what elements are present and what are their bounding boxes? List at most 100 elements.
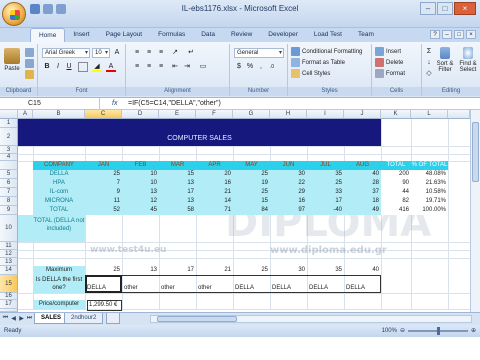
- minimize-button[interactable]: –: [420, 2, 436, 15]
- total-cell[interactable]: 44: [381, 188, 411, 197]
- fill-color-button[interactable]: ◢: [92, 62, 102, 72]
- orientation-icon[interactable]: ↗: [170, 48, 180, 58]
- ribbon-restore-button[interactable]: □: [454, 30, 464, 39]
- row-header-13[interactable]: 13: [0, 258, 18, 266]
- pct-cell[interactable]: 21.63%: [411, 179, 448, 188]
- price-label[interactable]: Price/computer: [33, 300, 85, 309]
- total-cell[interactable]: 416: [381, 206, 411, 215]
- pct-cell[interactable]: 10.58%: [411, 188, 448, 197]
- row-header-1[interactable]: 1: [0, 119, 18, 128]
- value-cell[interactable]: 9: [85, 188, 122, 197]
- percent-icon[interactable]: %: [245, 62, 255, 72]
- value-cell[interactable]: 7: [85, 179, 122, 188]
- value-cell[interactable]: 25: [233, 188, 270, 197]
- row-header-2[interactable]: 2: [0, 128, 18, 146]
- header-may[interactable]: MAY: [233, 161, 270, 170]
- first-sheet-icon[interactable]: ⏮: [2, 315, 9, 322]
- max-label[interactable]: Maximum: [33, 266, 85, 275]
- column-header-b[interactable]: B: [33, 110, 85, 119]
- active-cell-c15[interactable]: [85, 275, 122, 293]
- value-cell[interactable]: 12: [122, 197, 159, 206]
- tab-review[interactable]: Review: [223, 28, 260, 42]
- borders-button[interactable]: [78, 62, 88, 72]
- column-header-c[interactable]: C: [85, 110, 122, 119]
- row-header-10[interactable]: 10: [0, 215, 18, 242]
- find-select-button[interactable]: Find & Select: [457, 47, 479, 73]
- value-cell[interactable]: 20: [196, 170, 233, 179]
- tab-insert[interactable]: Insert: [65, 28, 97, 42]
- value-cell[interactable]: 58: [159, 206, 196, 215]
- header-jul[interactable]: JUL: [307, 161, 344, 170]
- wrap-text-icon[interactable]: ↵: [186, 48, 196, 58]
- value-cell[interactable]: 21: [196, 188, 233, 197]
- column-header-j[interactable]: J: [344, 110, 381, 119]
- value-cell[interactable]: 22: [270, 179, 307, 188]
- company-cell[interactable]: DELLA: [33, 170, 85, 179]
- row-header-8[interactable]: 8: [0, 197, 18, 206]
- column-header-e[interactable]: E: [159, 110, 196, 119]
- clear-icon[interactable]: ◇: [424, 69, 434, 79]
- zoom-out-icon[interactable]: ⊖: [400, 325, 405, 337]
- row-header-3[interactable]: 3: [0, 146, 18, 154]
- zoom-slider[interactable]: [407, 327, 468, 335]
- increase-indent-icon[interactable]: ⇥: [182, 62, 192, 72]
- company-cell[interactable]: TOTAL: [33, 206, 85, 215]
- total-cell[interactable]: 90: [381, 179, 411, 188]
- header-apr[interactable]: APR: [196, 161, 233, 170]
- currency-icon[interactable]: $: [234, 62, 244, 72]
- row-header-7[interactable]: 7: [0, 188, 18, 197]
- align-middle-icon[interactable]: ≡: [144, 48, 154, 58]
- prev-sheet-icon[interactable]: ◀: [10, 315, 17, 322]
- price-value[interactable]: 1,299.50 €: [87, 300, 122, 311]
- column-header-k[interactable]: K: [381, 110, 411, 119]
- merge-center-icon[interactable]: ▭: [198, 62, 208, 72]
- align-right-icon[interactable]: ≡: [156, 62, 166, 72]
- value-cell[interactable]: 37: [344, 188, 381, 197]
- value-cell[interactable]: 84: [233, 206, 270, 215]
- conditional-formatting-button[interactable]: Conditional Formatting: [291, 47, 362, 56]
- value-cell[interactable]: 25: [307, 179, 344, 188]
- row-header-9[interactable]: 9: [0, 206, 18, 215]
- max-cell[interactable]: 35: [307, 266, 344, 275]
- italic-button[interactable]: I: [53, 62, 63, 72]
- tab-formulas[interactable]: Formulas: [150, 28, 193, 42]
- value-cell[interactable]: 10: [122, 179, 159, 188]
- value-cell[interactable]: 17: [307, 197, 344, 206]
- value-cell[interactable]: 13: [122, 188, 159, 197]
- header-aug[interactable]: AUG: [344, 161, 381, 170]
- tab-load-test[interactable]: Load Test: [306, 28, 350, 42]
- value-cell[interactable]: 28: [344, 179, 381, 188]
- row-header-11[interactable]: 11: [0, 242, 18, 250]
- max-cell[interactable]: 17: [159, 266, 196, 275]
- row-header-6[interactable]: 6: [0, 179, 18, 188]
- header-jun[interactable]: JUN: [270, 161, 307, 170]
- header-feb[interactable]: FEB: [122, 161, 159, 170]
- column-header-l[interactable]: L: [411, 110, 448, 119]
- total-excl-label[interactable]: TOTAL (DELLA not included): [33, 217, 85, 233]
- max-cell[interactable]: 25: [233, 266, 270, 275]
- column-header-i[interactable]: I: [307, 110, 344, 119]
- value-cell[interactable]: 13: [159, 197, 196, 206]
- column-header-m[interactable]: [448, 110, 470, 119]
- formula-input[interactable]: =IF(C5=C14,"DELLA","other"): [128, 98, 221, 110]
- value-cell[interactable]: 40: [344, 170, 381, 179]
- pct-cell[interactable]: 19.71%: [411, 197, 448, 206]
- format-cells-button[interactable]: Format: [375, 69, 405, 78]
- fill-icon[interactable]: ↓: [424, 58, 434, 68]
- value-cell[interactable]: 16: [270, 197, 307, 206]
- cut-button[interactable]: [25, 48, 34, 57]
- value-cell[interactable]: 71: [196, 206, 233, 215]
- header-jan[interactable]: JAN: [85, 161, 122, 170]
- align-bottom-icon[interactable]: ≡: [156, 48, 166, 58]
- comma-icon[interactable]: ,: [256, 62, 266, 72]
- bold-button[interactable]: B: [42, 62, 52, 72]
- font-name-combo[interactable]: Arial Greek: [42, 48, 90, 58]
- format-painter-button[interactable]: [25, 70, 34, 79]
- header-company[interactable]: COMPANY: [33, 161, 85, 170]
- max-cell[interactable]: 30: [270, 266, 307, 275]
- total-cell[interactable]: 200: [381, 170, 411, 179]
- zoom-level[interactable]: 100%: [382, 325, 397, 337]
- autosum-icon[interactable]: Σ: [424, 47, 434, 57]
- company-cell[interactable]: MICRONA: [33, 197, 85, 206]
- row-header-4b[interactable]: [0, 161, 18, 170]
